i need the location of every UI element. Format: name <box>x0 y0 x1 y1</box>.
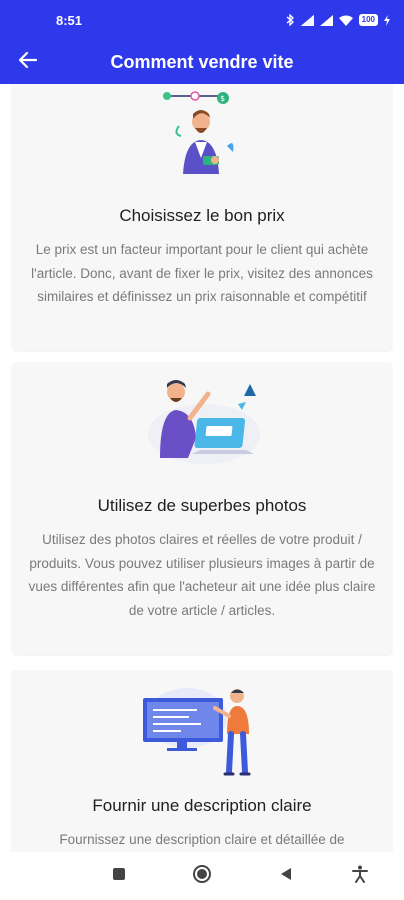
bluetooth-icon <box>286 14 295 26</box>
page-title: Comment vendre vite <box>110 51 294 72</box>
tip-card: Utilisez de superbes photos Utilisez des… <box>12 362 392 654</box>
tip-description: Fournissez une description claire et dét… <box>59 832 345 847</box>
signal-icon <box>319 14 333 26</box>
arrow-left-icon <box>18 51 38 73</box>
battery-level: 100 <box>358 14 378 26</box>
charging-icon <box>384 14 390 26</box>
signal-icon <box>300 14 314 26</box>
tip-description: Le prix est un facteur important pour le… <box>31 242 373 304</box>
price-illustration: $ <box>12 86 392 186</box>
back-icon <box>279 867 293 886</box>
battery-icon: 100 <box>358 14 378 26</box>
tip-card: Fournir une description claire Fournisse… <box>12 670 392 852</box>
status-time: 8:51 <box>56 12 83 28</box>
status-icons: 100 <box>286 14 390 26</box>
home-button[interactable] <box>190 864 214 888</box>
tip-title: Choisissez le bon prix <box>119 206 285 225</box>
tips-list[interactable]: $ Choisissez le bon prix Le prix est un … <box>0 84 404 852</box>
home-icon <box>192 864 212 889</box>
recents-button[interactable] <box>107 864 131 888</box>
accessibility-button[interactable] <box>348 864 372 888</box>
status-bar: 8:51 100 <box>0 0 404 40</box>
tip-title: Utilisez de superbes photos <box>97 496 307 515</box>
system-nav-bar <box>0 852 404 900</box>
back-nav-button[interactable] <box>274 864 298 888</box>
wifi-icon <box>338 15 353 26</box>
accessibility-icon <box>352 865 368 888</box>
description-illustration <box>12 684 392 780</box>
back-button[interactable] <box>0 40 56 84</box>
recents-icon <box>112 867 126 886</box>
tip-card: $ Choisissez le bon prix Le prix est un … <box>12 84 392 350</box>
app-bar: Comment vendre vite <box>0 40 404 84</box>
photo-illustration <box>12 374 392 466</box>
tip-title: Fournir une description claire <box>92 796 312 815</box>
svg-text:$: $ <box>220 94 225 103</box>
tip-description: Utilisez des photos claires et réelles d… <box>28 532 376 618</box>
